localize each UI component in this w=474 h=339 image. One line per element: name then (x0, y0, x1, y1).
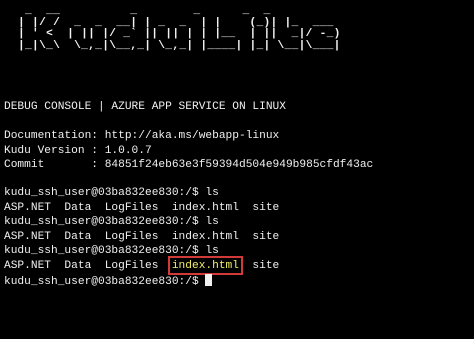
ls-output-line: ASP.NET Data LogFiles index.html site (4, 231, 280, 243)
highlighted-index-html: index.html (167, 256, 243, 275)
highlighted-filename: index.html (171, 260, 239, 272)
prompt-line: kudu_ssh_user@03ba832ee830:/$ ls (4, 187, 219, 199)
terminal-window[interactable]: _ __ _ _ _ _ | |/ / _ _ __| | _ _ | | (_… (0, 0, 474, 339)
console-header: DEBUG CONSOLE | AZURE APP SERVICE ON LIN… (4, 101, 286, 113)
prompt-line: kudu_ssh_user@03ba832ee830:/$ ls (4, 216, 219, 228)
ls-output-line: ASP.NET Data LogFiles index.html site (4, 202, 280, 214)
current-prompt: kudu_ssh_user@03ba832ee830:/$ (4, 276, 206, 288)
kudu-lite-banner: _ __ _ _ _ _ | |/ / _ _ __| | _ _ | | (_… (18, 5, 341, 52)
prompt-line: kudu_ssh_user@03ba832ee830:/$ ls (4, 245, 219, 257)
commit-line: Commit : 84851f24eb63e3f59394d504e949b98… (4, 159, 374, 171)
text-cursor[interactable] (205, 274, 213, 286)
ls-output-line-highlighted: ASP.NET Data LogFiles index.html site (4, 256, 280, 275)
ls-output-suffix: site (238, 260, 280, 272)
kudu-version-line: Kudu Version : 1.0.0.7 (4, 145, 152, 157)
documentation-line: Documentation: http://aka.ms/webapp-linu… (4, 130, 280, 142)
current-prompt-line[interactable]: kudu_ssh_user@03ba832ee830:/$ (4, 274, 213, 289)
ls-output-prefix: ASP.NET Data LogFiles (4, 260, 172, 272)
